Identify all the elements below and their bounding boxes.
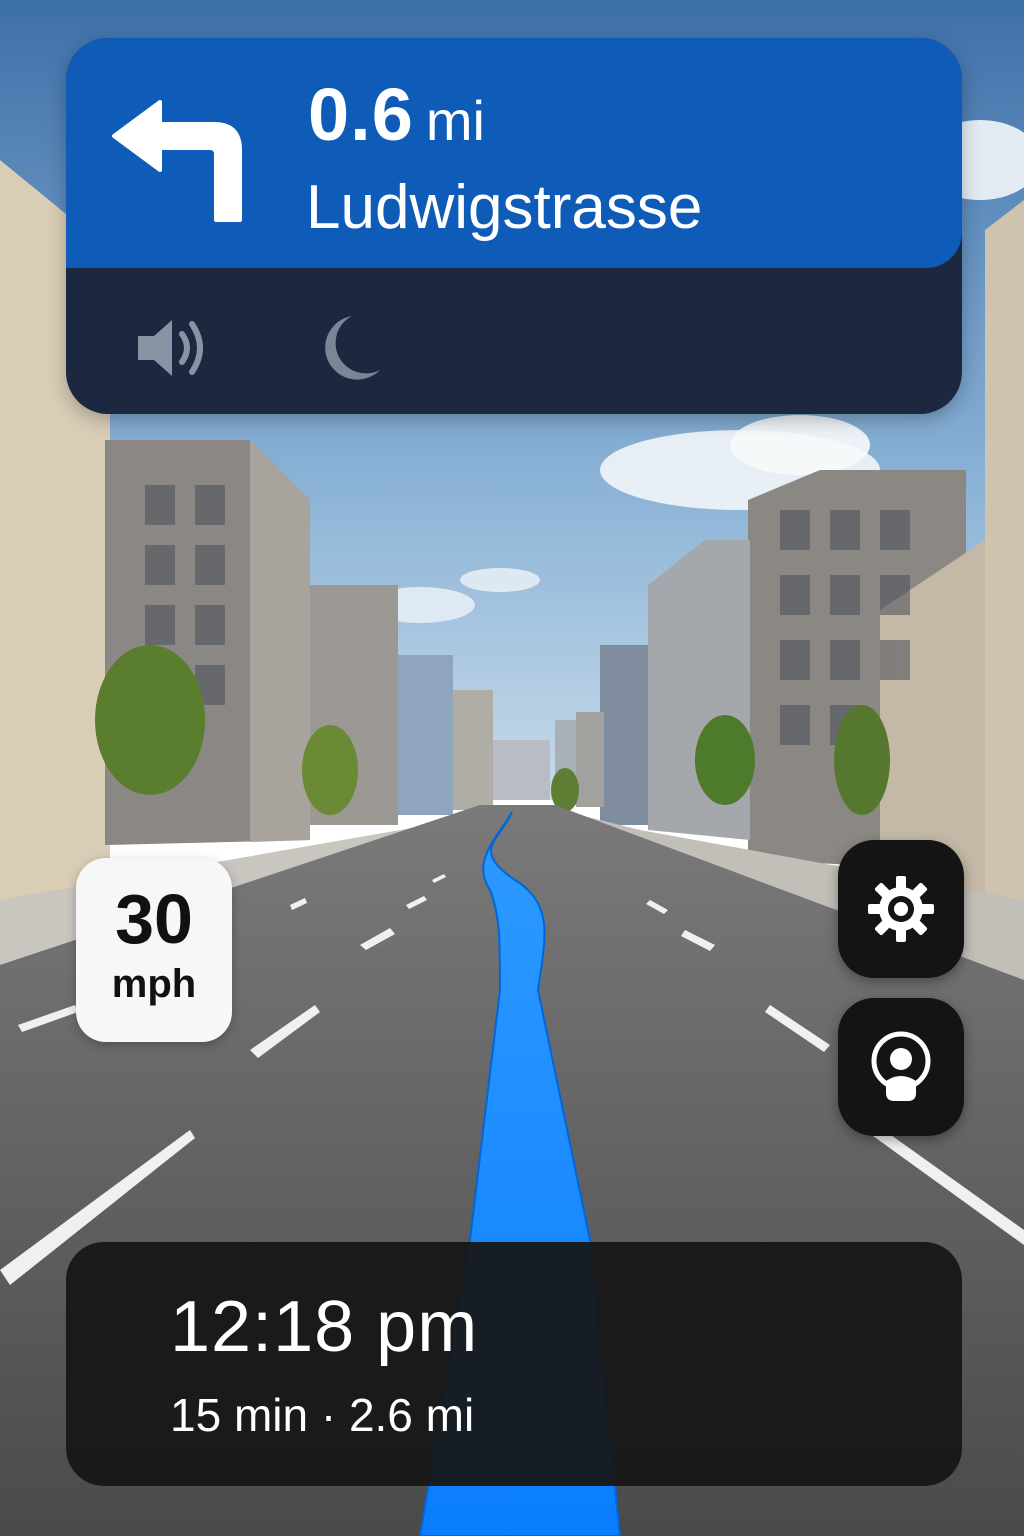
sound-button[interactable] [132, 308, 212, 388]
maneuver-header: 0.6 mi Ludwigstrasse [66, 38, 962, 268]
speed-limit-sign: 30 mph [76, 858, 232, 1042]
distance-value: 0.6 [308, 73, 414, 156]
speed-limit-value: 30 [115, 880, 193, 958]
turn-left-icon [112, 100, 242, 222]
maneuver-distance: 0.6 mi [308, 72, 485, 157]
gear-icon [868, 876, 934, 942]
recenter-button[interactable] [838, 998, 964, 1136]
maneuver-banner[interactable]: 0.6 mi Ludwigstrasse [66, 38, 962, 414]
speaker-icon [138, 320, 203, 376]
night-mode-button[interactable] [316, 308, 396, 388]
location-pin-icon [871, 1031, 931, 1101]
settings-button[interactable] [838, 840, 964, 978]
moon-icon [325, 316, 380, 380]
trip-summary-panel[interactable]: 12:18 pm 15 min · 2.6 mi [66, 1242, 962, 1486]
trip-details: 15 min · 2.6 mi [170, 1389, 475, 1441]
arrival-time: 12:18 pm [170, 1287, 479, 1367]
street-name: Ludwigstrasse [306, 173, 703, 242]
speed-limit-unit: mph [111, 962, 197, 1006]
distance-unit: mi [425, 89, 485, 152]
